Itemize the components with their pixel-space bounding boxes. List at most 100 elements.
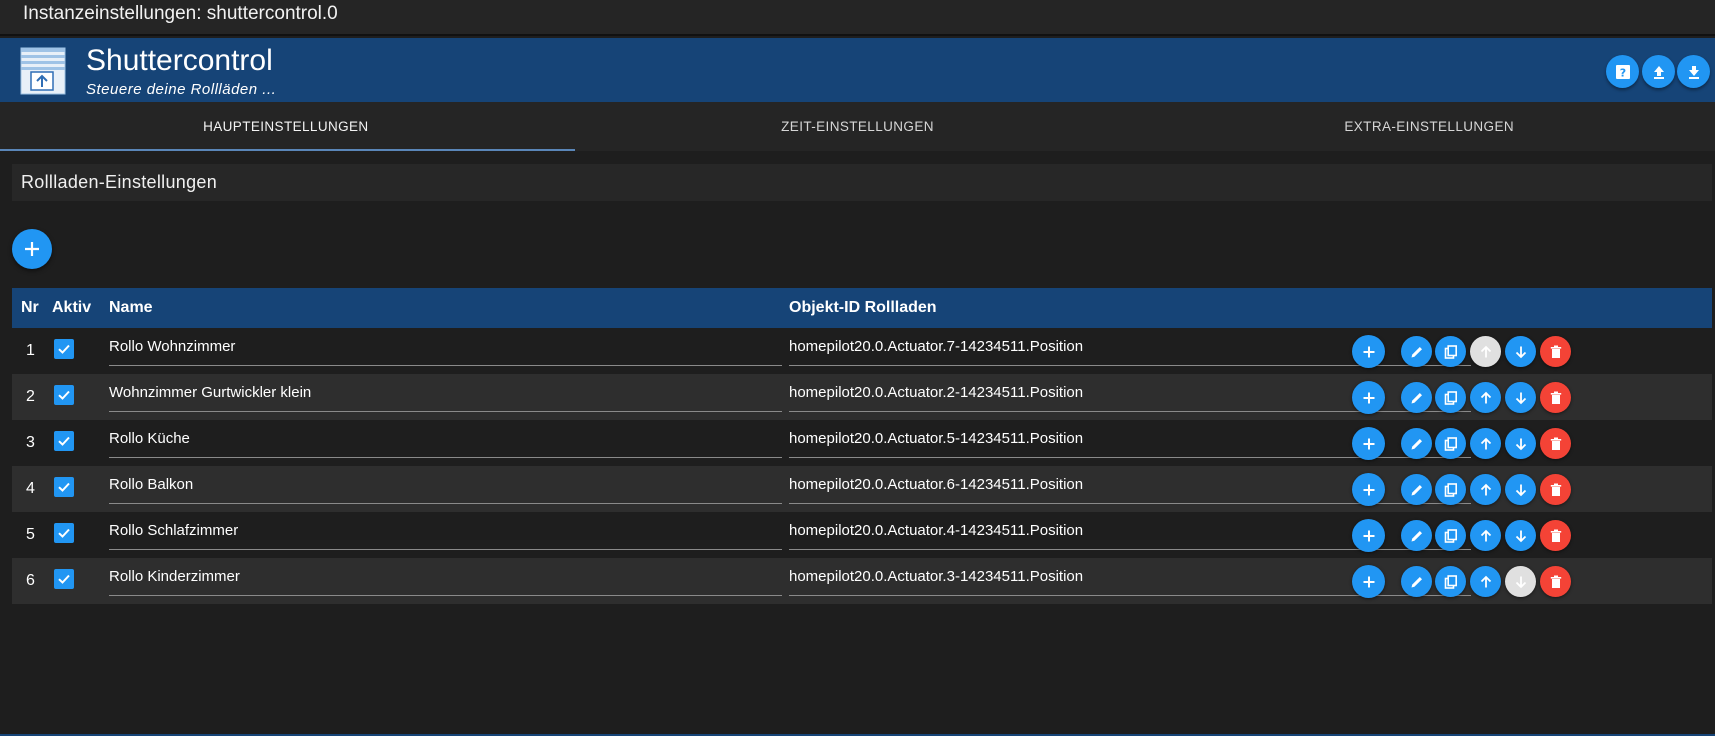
help-button[interactable]: ? [1606, 55, 1639, 88]
pencil-icon [1411, 438, 1422, 449]
aktiv-checkbox[interactable] [54, 339, 74, 359]
aktiv-checkbox[interactable] [54, 385, 74, 405]
aktiv-checkbox[interactable] [54, 431, 74, 451]
copy-icon [1444, 574, 1457, 589]
row-number: 2 [26, 388, 35, 405]
row-number: 4 [26, 480, 35, 497]
checkmark-icon [58, 482, 70, 492]
move-down-button[interactable] [1505, 336, 1536, 367]
section-title: Rollladen-Einstellungen [12, 164, 1712, 201]
arrow-up-icon [1480, 483, 1491, 495]
shutter-logo-icon [20, 47, 66, 95]
checkmark-icon [58, 436, 70, 446]
edit-row-button[interactable] [1401, 382, 1432, 413]
header-name: Name [109, 299, 153, 316]
delete-row-button[interactable] [1540, 474, 1571, 505]
delete-row-button[interactable] [1540, 428, 1571, 459]
edit-row-button[interactable] [1401, 520, 1432, 551]
delete-row-button[interactable] [1540, 566, 1571, 597]
app-name: Shuttercontrol [86, 44, 273, 77]
window-title: Instanzeinstellungen: shuttercontrol.0 [0, 0, 1715, 36]
table-row: 3 Rollo Küche homepilot20.0.Actuator.5-142… [12, 420, 1712, 466]
trash-icon [1550, 437, 1561, 450]
table-header: Nr Aktiv Name Objekt-ID Rollladen [12, 288, 1712, 328]
select-object-button[interactable] [1352, 519, 1385, 552]
table-row: 4 Rollo Balkon homepilot20.0.Actuator.6-14… [12, 466, 1712, 512]
move-up-button[interactable] [1470, 474, 1501, 505]
name-input[interactable]: Rollo Kinderzimmer [109, 566, 782, 596]
header-aktiv: Aktiv [52, 299, 92, 316]
copy-row-button[interactable] [1435, 428, 1466, 459]
plus-icon [1363, 392, 1374, 403]
tab-bar: HAUPTEINSTELLUNGEN ZEIT-EINSTELLUNGEN EX… [0, 102, 1715, 151]
download-button[interactable] [1677, 55, 1710, 88]
tab-haupteinstellungen[interactable]: HAUPTEINSTELLUNGEN [0, 102, 575, 151]
move-up-button[interactable] [1470, 382, 1501, 413]
aktiv-checkbox[interactable] [54, 477, 74, 497]
table-row: 1 Rollo Wohnzimmer homepilot20.0.Actuator.… [12, 328, 1712, 374]
svg-text:?: ? [1619, 66, 1625, 79]
move-down-button[interactable] [1505, 382, 1536, 413]
move-up-button[interactable] [1470, 428, 1501, 459]
plus-icon [1363, 438, 1374, 449]
checkmark-icon [58, 344, 70, 354]
move-up-button[interactable] [1470, 336, 1501, 367]
select-object-button[interactable] [1352, 473, 1385, 506]
tab-zeit-einstellungen[interactable]: ZEIT-EINSTELLUNGEN [572, 102, 1144, 151]
name-input[interactable]: Wohnzimmer Gurtwickler klein [109, 382, 782, 412]
name-input[interactable]: Rollo Schlafzimmer [109, 520, 782, 550]
tab-extra-einstellungen[interactable]: EXTRA-EINSTELLUNGEN [1143, 102, 1715, 151]
select-object-button[interactable] [1352, 565, 1385, 598]
copy-row-button[interactable] [1435, 336, 1466, 367]
arrow-down-icon [1515, 346, 1526, 358]
copy-icon [1444, 390, 1457, 405]
checkmark-icon [58, 390, 70, 400]
aktiv-checkbox[interactable] [54, 523, 74, 543]
table-row: 6 Rollo Kinderzimmer homepilot20.0.Actuato… [12, 558, 1712, 604]
select-object-button[interactable] [1352, 335, 1385, 368]
edit-row-button[interactable] [1401, 428, 1432, 459]
edit-row-button[interactable] [1401, 566, 1432, 597]
move-up-button[interactable] [1470, 520, 1501, 551]
shutter-table: Nr Aktiv Name Objekt-ID Rollladen 1 Rollo… [12, 288, 1712, 604]
copy-row-button[interactable] [1435, 520, 1466, 551]
move-down-button[interactable] [1505, 566, 1536, 597]
copy-icon [1444, 482, 1457, 497]
upload-button[interactable] [1642, 55, 1675, 88]
add-row-button[interactable] [12, 229, 52, 269]
delete-row-button[interactable] [1540, 382, 1571, 413]
trash-icon [1550, 529, 1561, 542]
copy-icon [1444, 344, 1457, 359]
move-down-button[interactable] [1505, 428, 1536, 459]
copy-row-button[interactable] [1435, 566, 1466, 597]
name-input[interactable]: Rollo Balkon [109, 474, 782, 504]
move-down-button[interactable] [1505, 474, 1536, 505]
app-subtitle: Steuere deine Rollläden ... [86, 81, 277, 98]
edit-row-button[interactable] [1401, 336, 1432, 367]
select-object-button[interactable] [1352, 381, 1385, 414]
move-up-button[interactable] [1470, 566, 1501, 597]
select-object-button[interactable] [1352, 427, 1385, 460]
name-input[interactable]: Rollo Wohnzimmer [109, 336, 782, 366]
trash-icon [1550, 345, 1561, 358]
table-row: 5 Rollo Schlafzimmer homepilot20.0.Actuato… [12, 512, 1712, 558]
move-down-button[interactable] [1505, 520, 1536, 551]
copy-row-button[interactable] [1435, 382, 1466, 413]
delete-row-button[interactable] [1540, 520, 1571, 551]
pencil-icon [1411, 392, 1422, 403]
header-objekt-id: Objekt-ID Rollladen [789, 299, 937, 316]
edit-row-button[interactable] [1401, 474, 1432, 505]
arrow-down-icon [1515, 530, 1526, 542]
arrow-up-icon [1480, 529, 1491, 541]
plus-icon [1363, 576, 1374, 587]
arrow-up-icon [1480, 345, 1491, 357]
copy-icon [1444, 436, 1457, 451]
checkmark-icon [58, 574, 70, 584]
name-input[interactable]: Rollo Küche [109, 428, 782, 458]
copy-row-button[interactable] [1435, 474, 1466, 505]
delete-row-button[interactable] [1540, 336, 1571, 367]
arrow-up-icon [1480, 391, 1491, 403]
row-number: 6 [26, 572, 35, 589]
aktiv-checkbox[interactable] [54, 569, 74, 589]
plus-icon [25, 242, 39, 256]
